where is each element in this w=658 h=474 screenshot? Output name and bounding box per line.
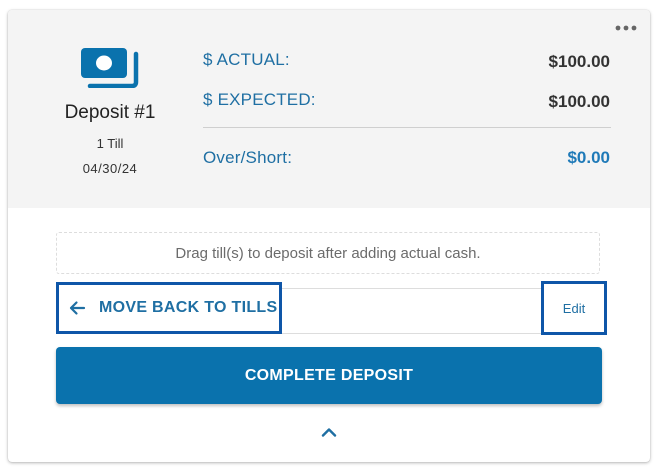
move-back-to-tills-button[interactable]: MOVE BACK TO TILLS xyxy=(56,282,282,334)
deposit-card: Deposit #1 1 Till 04/30/24 $ ACTUAL: $10… xyxy=(8,10,650,462)
overshort-label: Over/Short: xyxy=(203,148,293,167)
drop-zone-hint: Drag till(s) to deposit after adding act… xyxy=(175,244,481,262)
cash-icon xyxy=(81,48,139,88)
deposit-summary-panel: Deposit #1 1 Till 04/30/24 $ ACTUAL: $10… xyxy=(8,10,650,208)
more-options-button[interactable] xyxy=(614,22,638,34)
edit-button[interactable]: Edit xyxy=(541,281,607,335)
complete-deposit-button[interactable]: COMPLETE DEPOSIT xyxy=(56,347,602,404)
deposit-name: Deposit #1 xyxy=(64,102,156,123)
till-count: 1 Till xyxy=(96,136,124,151)
move-back-label: MOVE BACK TO TILLS xyxy=(99,299,278,316)
deposit-date: 04/30/24 xyxy=(82,161,138,176)
expected-label: $ EXPECTED: xyxy=(203,90,316,109)
overshort-value: $0.00 xyxy=(567,148,610,167)
expected-value: $100.00 xyxy=(548,92,610,111)
actual-label: $ ACTUAL: xyxy=(203,50,290,69)
chevron-up-icon xyxy=(321,428,337,437)
actual-value: $100.00 xyxy=(548,52,610,71)
summary-divider xyxy=(203,127,611,128)
collapse-button[interactable] xyxy=(318,424,340,440)
more-horizontal-icon xyxy=(615,25,637,31)
arrow-left-icon xyxy=(68,299,86,317)
till-drop-zone[interactable]: Drag till(s) to deposit after adding act… xyxy=(56,232,600,274)
